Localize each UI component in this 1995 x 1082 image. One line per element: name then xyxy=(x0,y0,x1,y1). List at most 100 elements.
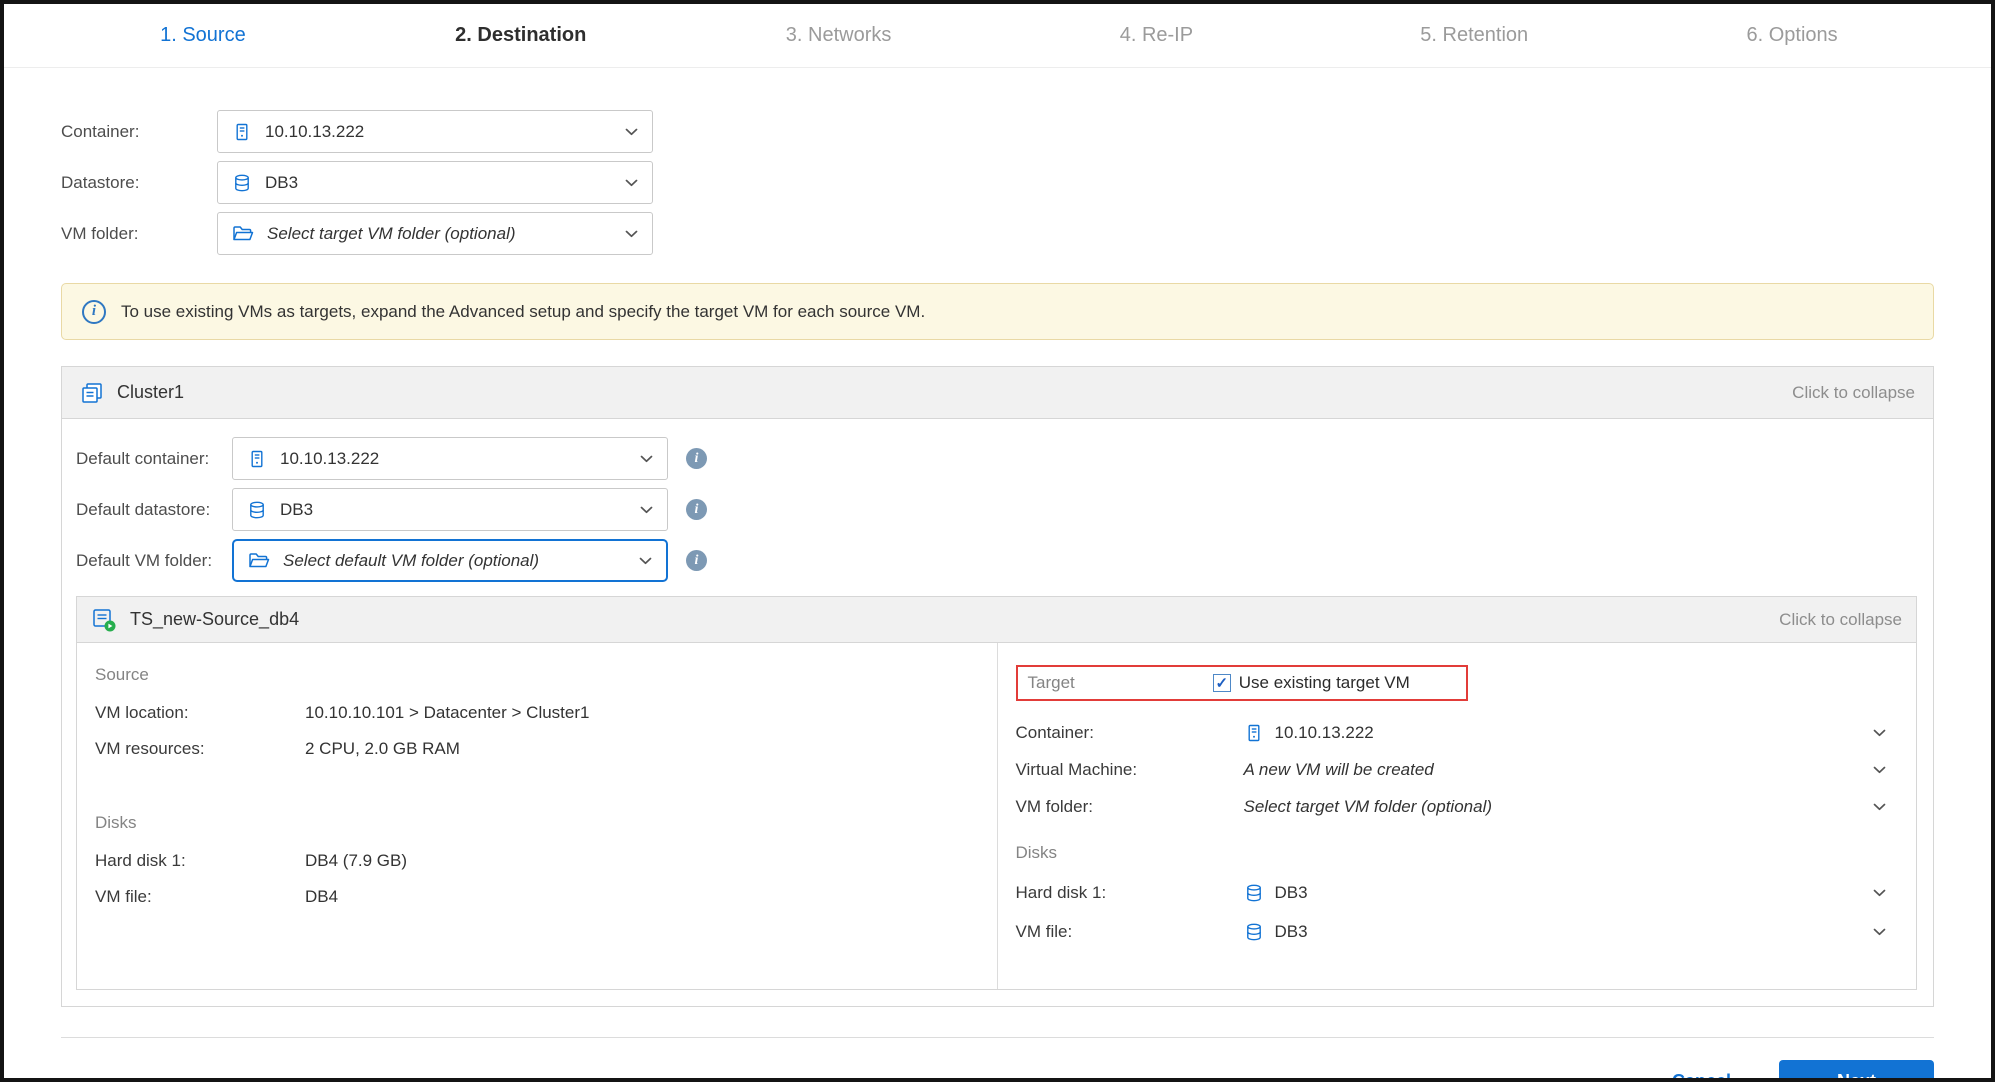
vm-title: TS_new-Source_db4 xyxy=(130,609,299,630)
default-vm-folder-label: Default VM folder: xyxy=(76,551,232,571)
default-datastore-value: DB3 xyxy=(280,500,313,520)
cluster-collapse-label: Click to collapse xyxy=(1792,383,1915,403)
container-label: Container: xyxy=(61,122,217,142)
chevron-down-icon xyxy=(1873,803,1886,811)
target-vm-label: Virtual Machine: xyxy=(1016,758,1244,782)
vm-panel: TS_new-Source_db4 Click to collapse Sour… xyxy=(76,596,1917,990)
info-banner-text: To use existing VMs as targets, expand t… xyxy=(121,302,925,322)
database-icon xyxy=(247,500,267,520)
target-column: Target Use existing target VM Container: xyxy=(997,643,1917,989)
default-container-dropdown[interactable]: 10.10.13.222 xyxy=(232,437,668,480)
vm-location-row: VM location: 10.10.10.101 > Datacenter >… xyxy=(95,701,977,725)
vm-panel-header[interactable]: TS_new-Source_db4 Click to collapse xyxy=(77,597,1916,643)
target-disk-row[interactable]: Hard disk 1: DB3 xyxy=(1016,881,1887,905)
step-retention[interactable]: 5. Retention xyxy=(1315,24,1633,47)
cluster-panel: Cluster1 Click to collapse Default conta… xyxy=(61,366,1934,1007)
vm-resources-label: VM resources: xyxy=(95,737,305,761)
info-icon[interactable]: i xyxy=(686,499,707,520)
chevron-down-icon xyxy=(640,506,653,514)
destination-form: Container: 10.10.13.222 xyxy=(61,110,1934,255)
step-networks[interactable]: 3. Networks xyxy=(680,24,998,47)
folder-icon xyxy=(232,225,254,243)
target-vm-value: A new VM will be created xyxy=(1244,758,1434,782)
server-icon xyxy=(247,449,267,469)
chevron-down-icon xyxy=(639,557,652,565)
info-banner: i To use existing VMs as targets, expand… xyxy=(61,283,1934,340)
wizard-window: 1. Source 2. Destination 3. Networks 4. … xyxy=(0,0,1995,1082)
info-icon[interactable]: i xyxy=(686,550,707,571)
default-container-value: 10.10.13.222 xyxy=(280,449,379,469)
footer-divider xyxy=(61,1037,1934,1038)
chevron-down-icon xyxy=(1873,729,1886,737)
footer: Cancel Next xyxy=(61,1060,1934,1082)
server-icon xyxy=(232,122,252,142)
container-value: 10.10.13.222 xyxy=(265,122,364,142)
server-icon xyxy=(1244,723,1264,743)
target-container-label: Container: xyxy=(1016,721,1244,745)
default-datastore-dropdown[interactable]: DB3 xyxy=(232,488,668,531)
chevron-down-icon xyxy=(625,230,638,238)
datastore-dropdown[interactable]: DB3 xyxy=(217,161,653,204)
datastore-label: Datastore: xyxy=(61,173,217,193)
info-icon[interactable]: i xyxy=(686,448,707,469)
cluster-icon xyxy=(80,381,104,405)
vm-folder-dropdown[interactable]: Select target VM folder (optional) xyxy=(217,212,653,255)
chevron-down-icon xyxy=(640,455,653,463)
use-existing-vm-checkbox[interactable]: Use existing target VM xyxy=(1213,673,1410,693)
source-vmfile-label: VM file: xyxy=(95,885,305,909)
target-vm-folder-row[interactable]: VM folder: Select target VM folder (opti… xyxy=(1016,795,1887,819)
target-container-value: 10.10.13.222 xyxy=(1275,721,1374,745)
cluster-panel-header[interactable]: Cluster1 Click to collapse xyxy=(62,367,1933,419)
vm-folder-label: VM folder: xyxy=(61,224,217,244)
database-icon xyxy=(1244,922,1264,942)
database-icon xyxy=(232,173,252,193)
datastore-value: DB3 xyxy=(265,173,298,193)
checkbox-checked-icon xyxy=(1213,674,1231,692)
default-vm-folder-placeholder: Select default VM folder (optional) xyxy=(283,551,539,571)
vm-location-value: 10.10.10.101 > Datacenter > Cluster1 xyxy=(305,701,589,725)
target-container-row[interactable]: Container: 10.10 xyxy=(1016,721,1887,745)
chevron-down-icon xyxy=(1873,766,1886,774)
default-vm-folder-dropdown[interactable]: Select default VM folder (optional) xyxy=(232,539,668,582)
source-disk-label: Hard disk 1: xyxy=(95,849,305,873)
target-vm-row[interactable]: Virtual Machine: A new VM will be create… xyxy=(1016,758,1887,782)
database-icon xyxy=(1244,883,1264,903)
vm-location-label: VM location: xyxy=(95,701,305,725)
vm-icon xyxy=(91,607,117,633)
cancel-button[interactable]: Cancel xyxy=(1672,1071,1731,1082)
source-vmfile-value: DB4 xyxy=(305,885,338,909)
step-reip[interactable]: 4. Re-IP xyxy=(997,24,1315,47)
source-vmfile-row: VM file: DB4 xyxy=(95,885,977,909)
wizard-steps: 1. Source 2. Destination 3. Networks 4. … xyxy=(4,4,1991,68)
highlight-box: Target Use existing target VM xyxy=(1016,665,1468,701)
vm-folder-placeholder: Select target VM folder (optional) xyxy=(267,224,516,244)
target-disk-value: DB3 xyxy=(1275,881,1308,905)
default-container-label: Default container: xyxy=(76,449,232,469)
source-disk-value: DB4 (7.9 GB) xyxy=(305,849,407,873)
step-source[interactable]: 1. Source xyxy=(44,24,362,47)
target-vm-folder-label: VM folder: xyxy=(1016,795,1244,819)
chevron-down-icon xyxy=(1873,889,1886,897)
container-dropdown[interactable]: 10.10.13.222 xyxy=(217,110,653,153)
step-options[interactable]: 6. Options xyxy=(1633,24,1951,47)
next-button[interactable]: Next xyxy=(1779,1060,1934,1082)
vm-resources-row: VM resources: 2 CPU, 2.0 GB RAM xyxy=(95,737,977,761)
cluster-title: Cluster1 xyxy=(117,382,184,403)
target-disk-label: Hard disk 1: xyxy=(1016,881,1244,905)
target-vmfile-value: DB3 xyxy=(1275,920,1308,944)
chevron-down-icon xyxy=(625,179,638,187)
chevron-down-icon xyxy=(1873,928,1886,936)
source-disk-row: Hard disk 1: DB4 (7.9 GB) xyxy=(95,849,977,873)
vm-collapse-label: Click to collapse xyxy=(1779,610,1902,630)
target-vmfile-row[interactable]: VM file: DB3 xyxy=(1016,920,1887,944)
info-icon: i xyxy=(82,300,106,324)
step-destination[interactable]: 2. Destination xyxy=(362,24,680,47)
folder-icon xyxy=(248,552,270,570)
target-section-title: Target xyxy=(1028,673,1075,693)
source-section-title: Source xyxy=(95,665,977,685)
default-datastore-label: Default datastore: xyxy=(76,500,232,520)
target-vm-folder-value: Select target VM folder (optional) xyxy=(1244,795,1493,819)
target-disks-title: Disks xyxy=(1016,843,1887,863)
use-existing-vm-label: Use existing target VM xyxy=(1239,673,1410,693)
vm-resources-value: 2 CPU, 2.0 GB RAM xyxy=(305,737,460,761)
